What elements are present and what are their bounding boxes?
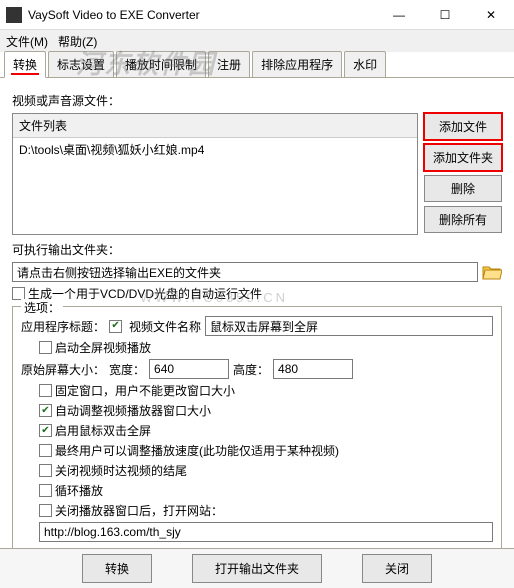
fixed-window-checkbox[interactable] (39, 384, 52, 397)
height-input[interactable] (273, 359, 353, 379)
fixed-window-label: 固定窗口，用户不能更改窗口大小 (55, 382, 235, 399)
footer: 转换 打开输出文件夹 关闭 (0, 548, 514, 588)
video-filename-label: 视频文件名称 (129, 318, 201, 335)
open-output-button[interactable]: 打开输出文件夹 (192, 554, 322, 583)
height-label: 高度： (233, 361, 269, 378)
filelist-item[interactable]: D:\tools\桌面\视频\狐妖小红娘.mp4 (19, 141, 411, 158)
fullscreen-checkbox[interactable] (39, 341, 52, 354)
titlebar: VaySoft Video to EXE Converter — ☐ ✕ (0, 0, 514, 30)
loop-checkbox[interactable] (39, 484, 52, 497)
output-path-input[interactable] (12, 262, 478, 282)
delete-button[interactable]: 删除 (424, 175, 502, 202)
url-input[interactable] (39, 522, 493, 542)
tab-exclude[interactable]: 排除应用程序 (252, 51, 342, 77)
add-file-button[interactable]: 添加文件 (424, 113, 502, 140)
maximize-button[interactable]: ☐ (422, 0, 468, 30)
options-title: 选项： (21, 299, 63, 316)
app-title-checkbox[interactable] (109, 320, 122, 333)
source-label: 视频或声音源文件： (12, 92, 502, 109)
app-title-input[interactable] (205, 316, 493, 336)
close-button[interactable]: 关闭 (362, 554, 432, 583)
dblclick-full-label: 启用鼠标双击全屏 (55, 422, 151, 439)
tab-logo[interactable]: 标志设置 (48, 51, 114, 77)
fullscreen-label: 启动全屏视频播放 (55, 339, 151, 356)
menu-help[interactable]: 帮助(Z) (58, 33, 97, 50)
tab-strip: 转换 标志设置 播放时间限制 注册 排除应用程序 水印 (0, 52, 514, 78)
browse-folder-icon[interactable] (482, 263, 502, 281)
close-window-button[interactable]: ✕ (468, 0, 514, 30)
menubar: 文件(M) 帮助(Z) (0, 30, 514, 52)
menu-file[interactable]: 文件(M) (6, 33, 48, 50)
tab-timelimit[interactable]: 播放时间限制 (116, 51, 206, 77)
width-label: 宽度： (109, 361, 145, 378)
speed-checkbox[interactable] (39, 444, 52, 457)
auto-adjust-label: 自动调整视频播放器窗口大小 (55, 402, 211, 419)
window-title: VaySoft Video to EXE Converter (28, 8, 376, 22)
minimize-button[interactable]: — (376, 0, 422, 30)
options-group: 选项： 应用程序标题： 视频文件名称 启动全屏视频播放 原始屏幕大小： 宽度： … (12, 306, 502, 554)
convert-button[interactable]: 转换 (82, 554, 152, 583)
file-list[interactable]: 文件列表 D:\tools\桌面\视频\狐妖小红娘.mp4 (12, 113, 418, 235)
delete-all-button[interactable]: 删除所有 (424, 206, 502, 233)
dblclick-full-checkbox[interactable] (39, 424, 52, 437)
tab-content: 视频或声音源文件： 文件列表 D:\tools\桌面\视频\狐妖小红娘.mp4 … (0, 78, 514, 562)
app-title-label: 应用程序标题： (21, 318, 105, 335)
vcd-label: 生成一个用于VCD/DVD光盘的自动运行文件 (28, 285, 262, 302)
open-url-checkbox[interactable] (39, 504, 52, 517)
close-end-label: 关闭视频时达视频的结尾 (55, 462, 187, 479)
filelist-header: 文件列表 (13, 114, 417, 138)
open-url-label: 关闭播放器窗口后，打开网站： (55, 502, 223, 519)
auto-adjust-checkbox[interactable] (39, 404, 52, 417)
tab-watermark[interactable]: 水印 (344, 51, 386, 77)
tab-convert[interactable]: 转换 (4, 51, 46, 78)
speed-label: 最终用户可以调整播放速度(此功能仅适用于某种视频) (55, 442, 339, 459)
orig-size-label: 原始屏幕大小： (21, 361, 105, 378)
add-folder-button[interactable]: 添加文件夹 (424, 144, 502, 171)
tab-register[interactable]: 注册 (208, 51, 250, 77)
close-end-checkbox[interactable] (39, 464, 52, 477)
output-label: 可执行输出文件夹： (12, 241, 502, 258)
width-input[interactable] (149, 359, 229, 379)
loop-label: 循环播放 (55, 482, 103, 499)
app-icon (6, 7, 22, 23)
